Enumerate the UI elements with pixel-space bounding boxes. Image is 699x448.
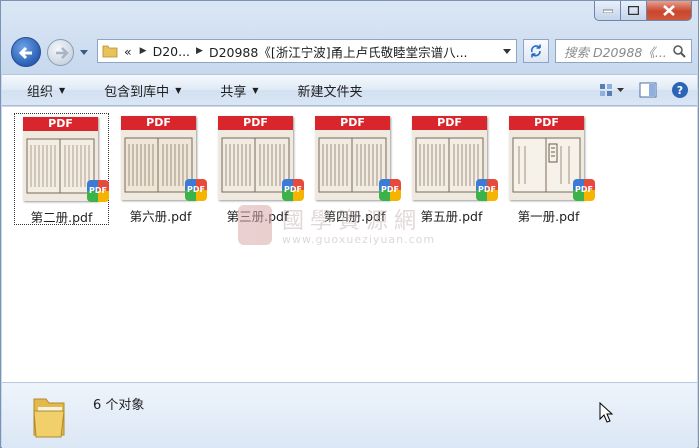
document-page-icon <box>512 137 581 193</box>
pdf-app-icon: PDF <box>573 179 595 201</box>
organize-label: 组织 <box>27 84 54 100</box>
mouse-cursor-icon <box>599 402 613 423</box>
close-button[interactable] <box>647 1 692 21</box>
pdf-band: PDF <box>121 116 196 130</box>
address-prefix[interactable]: « <box>124 44 132 59</box>
view-controls: ? <box>599 81 689 99</box>
chevron-down-icon: ▼ <box>252 85 259 95</box>
pdf-band: PDF <box>315 116 390 130</box>
change-view-icon[interactable] <box>599 82 625 98</box>
include-in-library-label: 包含到库中 <box>104 84 170 100</box>
pdf-app-icon: PDF <box>185 179 207 201</box>
folder-icon <box>33 398 65 438</box>
document-page-icon <box>26 138 95 194</box>
breadcrumb-crumb-1[interactable]: D20... <box>153 44 190 59</box>
breadcrumb-separator-icon: ▶ <box>139 46 147 56</box>
chevron-down-icon: ▼ <box>175 85 182 95</box>
pdf-app-icon: PDF <box>476 179 498 201</box>
chevron-down-icon: ▼ <box>59 85 66 95</box>
search-placeholder: 搜索 D20988《... <box>564 44 667 60</box>
include-in-library-menu-button[interactable]: 包含到库中 ▼ <box>79 81 195 100</box>
search-input[interactable]: 搜索 D20988《... <box>555 39 692 63</box>
pdf-app-icon: PDF <box>87 180 109 202</box>
document-page-icon <box>124 137 193 193</box>
watermark-title: 國學資源網 <box>282 209 423 234</box>
refresh-button[interactable] <box>523 39 549 63</box>
breadcrumb-separator-icon: ▶ <box>196 46 203 56</box>
folder-icon <box>102 45 118 58</box>
document-page-icon <box>415 137 484 193</box>
address-dropdown-icon[interactable] <box>502 46 512 56</box>
pdf-app-icon: PDF <box>282 179 304 201</box>
refresh-icon <box>530 44 541 58</box>
details-pane: 6 个对象 <box>2 382 697 448</box>
document-page-icon <box>221 137 290 193</box>
svg-text:?: ? <box>677 84 683 97</box>
file-list-pane[interactable]: PDF PDF 第二册.pdf PDF PDF 第六册.pdf PDF PDF … <box>2 107 697 382</box>
preview-pane-icon[interactable] <box>639 82 657 98</box>
watermark: 國學資源網 www.guoxueziyuan.com <box>238 203 468 249</box>
maximize-button[interactable] <box>621 1 647 21</box>
maximize-icon <box>628 6 639 15</box>
item-count: 6 个对象 <box>93 398 145 413</box>
file-item[interactable]: PDF PDF 第二册.pdf <box>14 113 109 225</box>
pdf-thumbnail: PDF PDF <box>315 116 401 201</box>
pdf-thumbnail: PDF PDF <box>412 116 498 201</box>
new-folder-button[interactable]: 新建文件夹 <box>273 81 377 100</box>
pdf-band: PDF <box>218 116 293 130</box>
watermark-seal-icon <box>238 205 272 245</box>
close-icon <box>663 5 675 16</box>
file-name: 第一册.pdf <box>517 209 580 224</box>
back-arrow-icon <box>18 46 32 60</box>
file-name: 第二册.pdf <box>30 210 93 225</box>
minimize-button[interactable] <box>594 1 621 21</box>
organize-menu-button[interactable]: 组织 ▼ <box>2 81 79 100</box>
history-dropdown-icon[interactable] <box>78 46 90 58</box>
pdf-thumbnail: PDF PDF <box>218 116 304 201</box>
pdf-thumbnail: PDF PDF <box>121 116 207 201</box>
breadcrumb-crumb-2[interactable]: D20988《[浙江宁波]甬上卢氏敬睦堂宗谱八... <box>209 42 468 61</box>
forward-button[interactable] <box>47 39 74 66</box>
minimize-icon <box>602 9 613 13</box>
file-name: 第六册.pdf <box>129 209 192 224</box>
pdf-band: PDF <box>23 117 98 131</box>
search-icon <box>673 45 686 58</box>
address-row: « ▶ D20... ▶ D20988《[浙江宁波]甬上卢氏敬睦堂宗谱八... … <box>9 37 692 67</box>
caption-buttons <box>594 1 692 21</box>
pdf-thumbnail: PDF PDF <box>23 117 109 202</box>
back-button[interactable] <box>11 37 41 67</box>
watermark-url: www.guoxueziyuan.com <box>282 233 436 246</box>
pdf-band: PDF <box>509 116 584 130</box>
pdf-band: PDF <box>412 116 487 130</box>
document-page-icon <box>318 137 387 193</box>
address-bar[interactable]: « ▶ D20... ▶ D20988《[浙江宁波]甬上卢氏敬睦堂宗谱八... <box>97 39 517 63</box>
share-label: 共享 <box>220 84 247 100</box>
help-icon[interactable]: ? <box>671 81 689 99</box>
file-item[interactable]: PDF PDF 第一册.pdf <box>501 113 596 225</box>
share-menu-button[interactable]: 共享 ▼ <box>195 81 272 100</box>
new-folder-label: 新建文件夹 <box>297 84 363 100</box>
pdf-thumbnail: PDF PDF <box>509 116 595 201</box>
command-toolbar: 组织 ▼ 包含到库中 ▼ 共享 ▼ 新建文件夹 ? <box>2 74 697 106</box>
explorer-window: « ▶ D20... ▶ D20988《[浙江宁波]甬上卢氏敬睦堂宗谱八... … <box>0 0 699 448</box>
pdf-app-icon: PDF <box>379 179 401 201</box>
forward-arrow-icon <box>56 47 69 59</box>
file-item[interactable]: PDF PDF 第六册.pdf <box>113 113 208 225</box>
